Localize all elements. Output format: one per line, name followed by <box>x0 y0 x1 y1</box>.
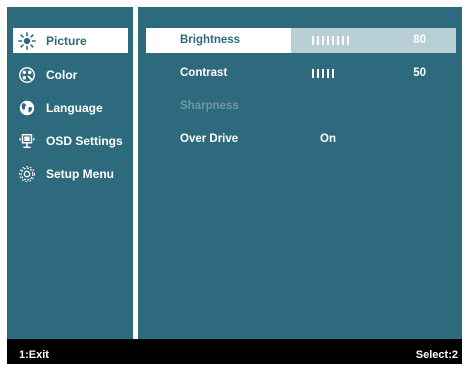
sidebar-item-osd-settings[interactable]: OSD Settings <box>13 128 128 153</box>
exit-hint[interactable]: 1:Exit <box>19 339 49 371</box>
sidebar-item-setup-menu[interactable]: Setup Menu <box>13 161 128 186</box>
globe-icon <box>16 97 38 119</box>
setting-brightness[interactable]: Brightness 80 <box>146 28 456 53</box>
setting-label: Contrast <box>180 67 228 79</box>
sidebar-item-color[interactable]: Color <box>13 62 128 87</box>
sidebar-item-label: Language <box>46 100 103 115</box>
level-tick <box>312 36 314 45</box>
setting-label: Sharpness <box>180 100 239 112</box>
sidebar-item-label: Color <box>46 67 78 82</box>
level-tick <box>347 36 349 45</box>
sidebar-item-label: Picture <box>46 33 87 48</box>
setting-over-drive[interactable]: Over Drive On <box>146 127 456 152</box>
setting-value: 80 <box>413 34 426 46</box>
setting-label: Over Drive <box>180 133 239 145</box>
level-tick <box>337 36 339 45</box>
setting-value: 50 <box>413 67 426 79</box>
select-hint[interactable]: Select:2 <box>416 339 458 371</box>
setting-contrast[interactable]: Contrast 50 <box>146 61 456 86</box>
settings-panel: Brightness 80 Contrast 50 Sharpness Over… <box>138 7 462 339</box>
level-tick <box>322 69 324 78</box>
setting-label: Brightness <box>180 34 241 46</box>
osd-menu: Picture Color Language OSD Settings Setu… <box>7 7 462 364</box>
level-tick <box>342 36 344 45</box>
sidebar-item-language[interactable]: Language <box>13 95 128 120</box>
osd-icon <box>16 130 38 152</box>
sidebar-item-label: Setup Menu <box>46 166 114 181</box>
level-tick <box>317 36 319 45</box>
brightness-level-bar[interactable] <box>312 36 349 45</box>
sun-icon <box>16 30 38 52</box>
contrast-level-bar[interactable] <box>312 69 334 78</box>
level-tick <box>332 36 334 45</box>
setting-value: On <box>320 133 336 145</box>
level-tick <box>317 69 319 78</box>
level-tick <box>322 36 324 45</box>
level-tick <box>327 36 329 45</box>
footer-bar: 1:Exit Select:2 <box>7 339 462 364</box>
level-tick <box>332 69 334 78</box>
level-tick <box>312 69 314 78</box>
sidebar-item-picture[interactable]: Picture <box>13 28 128 53</box>
level-tick <box>327 69 329 78</box>
sidebar: Picture Color Language OSD Settings Setu… <box>7 7 133 339</box>
setting-sharpness: Sharpness <box>146 94 456 119</box>
sidebar-item-label: OSD Settings <box>46 133 123 148</box>
gear-icon <box>16 163 38 185</box>
palette-icon <box>16 64 38 86</box>
